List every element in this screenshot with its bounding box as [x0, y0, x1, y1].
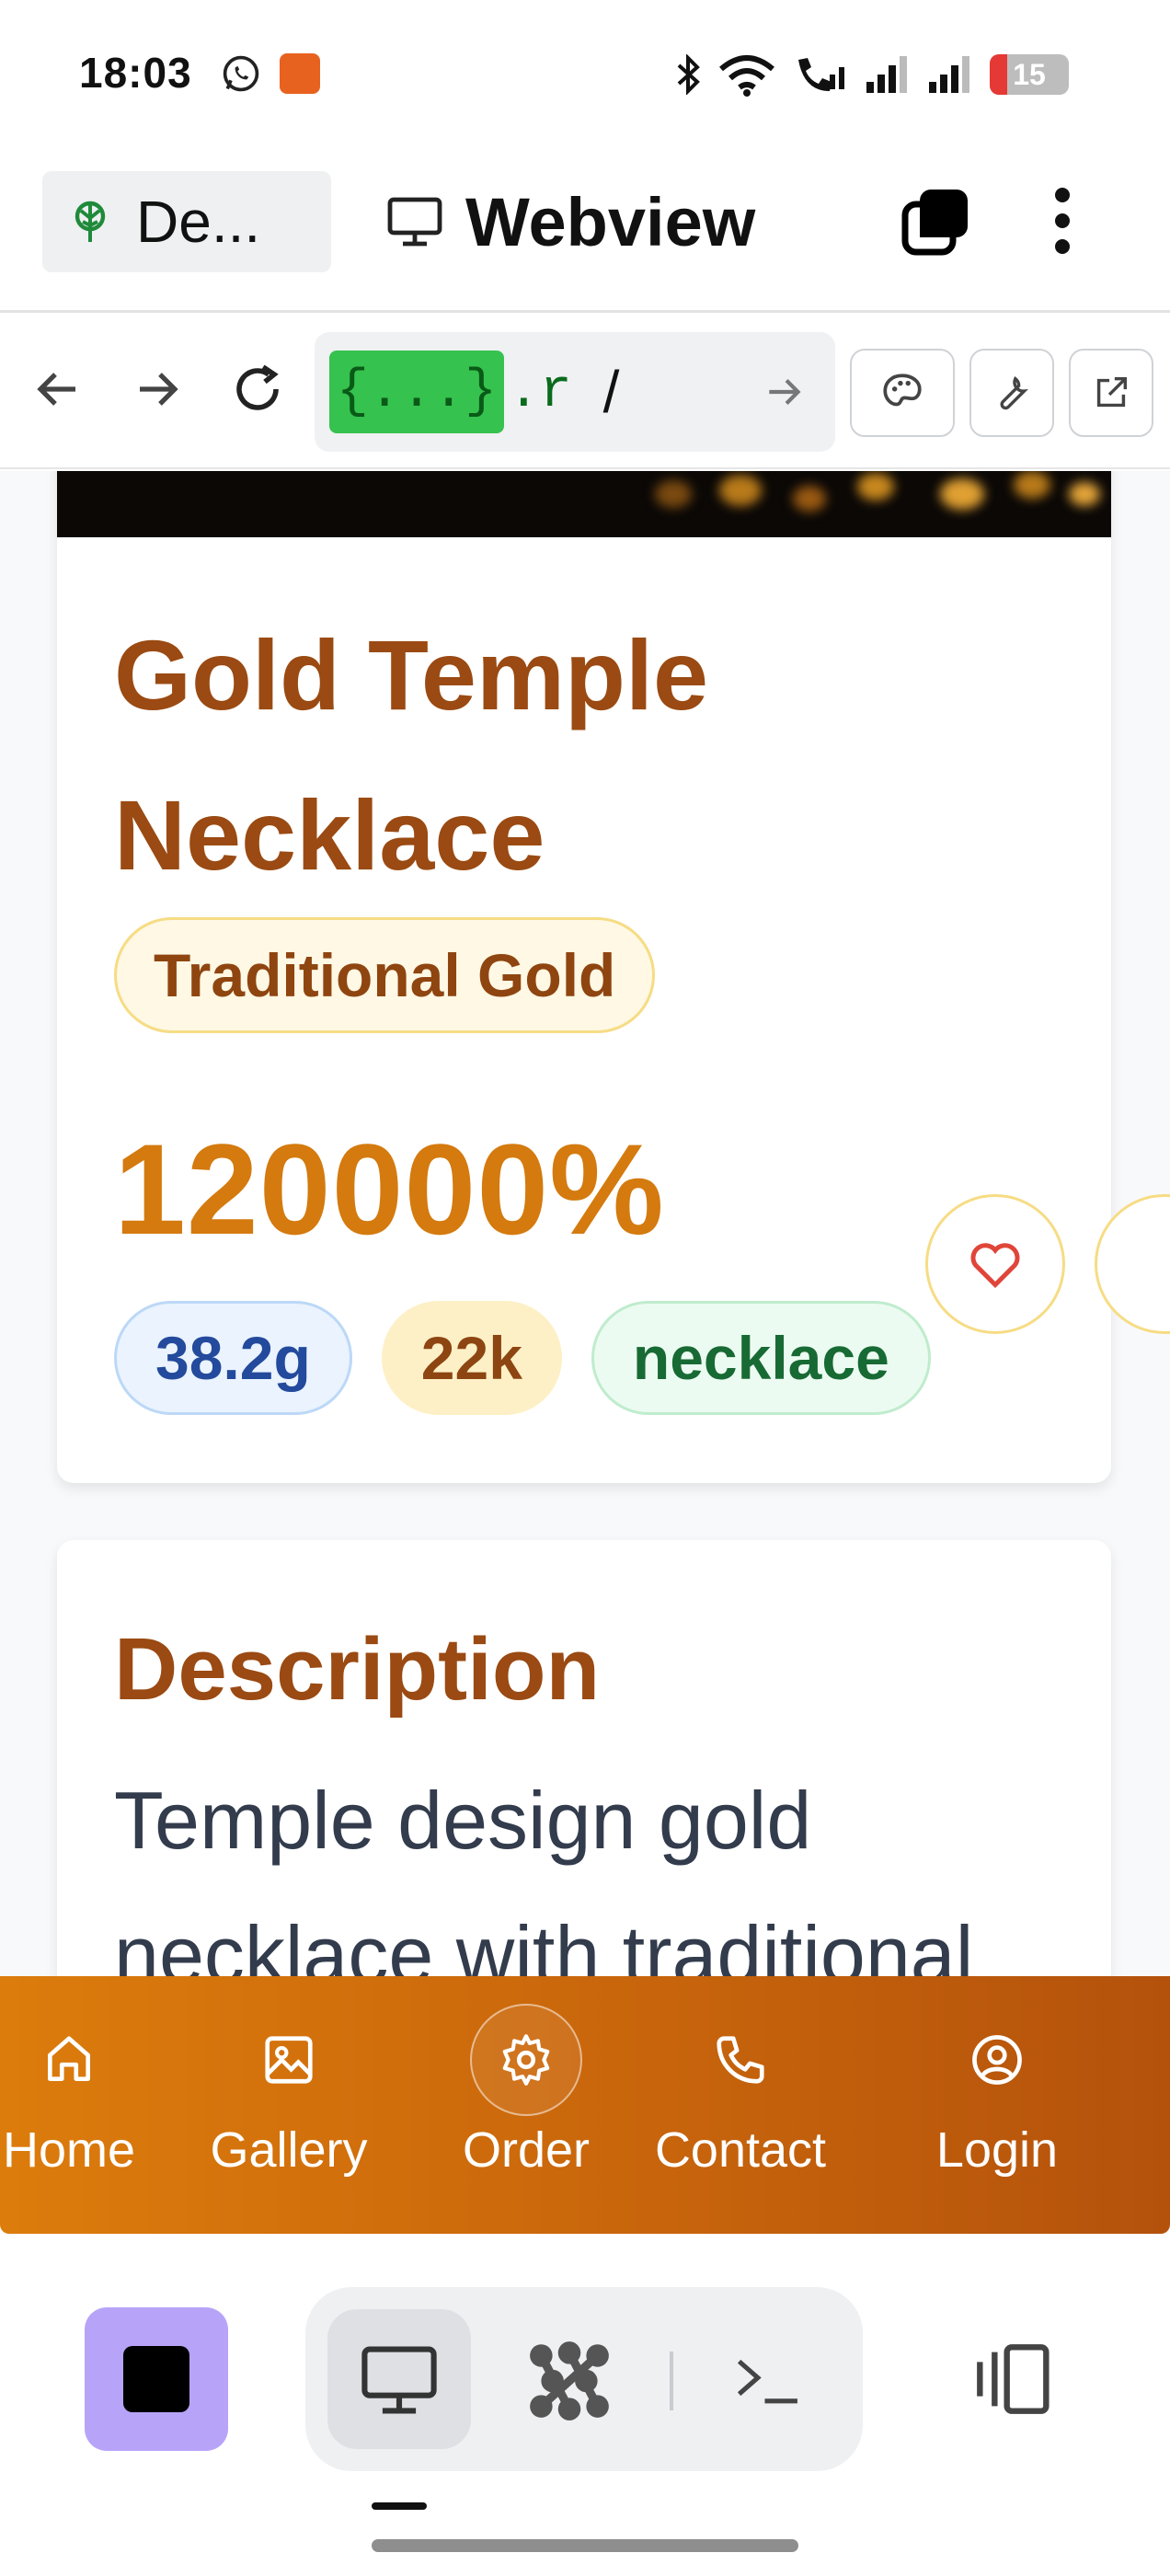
url-path: / — [602, 359, 620, 425]
page-title: Webview — [465, 183, 756, 260]
app-launcher-button[interactable] — [85, 2307, 228, 2451]
karat-chip: 22k — [381, 1301, 562, 1415]
bottom-navigation: Home Gallery Order Contact Login — [0, 1976, 1170, 2234]
flow-icon[interactable] — [524, 2339, 614, 2423]
nav-gallery[interactable]: Gallery — [197, 1976, 381, 2234]
nav-home-label: Home — [2, 2122, 136, 2178]
url-host-highlight: {...} — [329, 351, 505, 433]
dock-divider — [670, 2352, 673, 2410]
monitor-icon — [387, 197, 442, 247]
battery-level: 15 — [1013, 57, 1046, 91]
external-link-icon — [1096, 376, 1128, 408]
signal-icon — [866, 56, 907, 93]
wifi-icon — [719, 55, 774, 97]
adobe-app-icon — [280, 53, 320, 94]
description-text: Temple design gold necklace with traditi… — [114, 1775, 974, 1976]
type-chip: necklace — [591, 1301, 931, 1415]
app-header: De... Webview — [0, 129, 1170, 313]
product-title: Gold Temple Necklace — [114, 619, 709, 891]
image-icon — [255, 2026, 323, 2094]
nav-contact-label: Contact — [654, 2122, 827, 2178]
signal-icon — [929, 56, 969, 93]
weight-chip: 38.2g — [114, 1301, 352, 1415]
home-icon — [35, 2026, 103, 2094]
gesture-dash — [372, 2502, 427, 2510]
status-bar: 18:03 15 — [0, 0, 1170, 129]
product-price: 120000% — [114, 1117, 665, 1261]
battery-icon: 15 — [990, 54, 1069, 95]
webview-title: Webview — [386, 180, 755, 263]
heart-icon — [970, 1243, 1020, 1289]
favorite-button[interactable] — [925, 1194, 1065, 1334]
back-arrow-icon[interactable] — [28, 360, 86, 419]
phone-icon — [706, 2026, 774, 2094]
nav-contact[interactable]: Contact — [635, 1976, 846, 2234]
system-dock — [0, 2234, 1170, 2576]
product-tags: 38.2g 22k necklace — [114, 1301, 931, 1415]
reload-icon[interactable] — [228, 360, 287, 419]
square-icon — [123, 2346, 189, 2412]
wrench-icon — [1000, 375, 1028, 410]
bluetooth-icon — [677, 54, 700, 95]
status-icons: 15 — [675, 52, 1069, 98]
monitor-icon[interactable] — [357, 2344, 442, 2416]
nav-order-label: Order — [462, 2122, 591, 2178]
view-mode-group — [305, 2287, 863, 2471]
user-circle-icon — [963, 2026, 1031, 2094]
palette-icon — [883, 374, 922, 407]
category-badge: Traditional Gold — [114, 917, 656, 1033]
home-indicator[interactable] — [372, 2539, 798, 2552]
more-vertical-icon[interactable] — [1039, 184, 1085, 258]
description-heading: Description — [114, 1620, 601, 1719]
url-host-suffix: .r — [508, 362, 572, 422]
status-time: 18:03 — [79, 49, 192, 97]
go-arrow-icon[interactable] — [762, 369, 808, 415]
tab-devtools[interactable]: De... — [42, 171, 331, 272]
url-bar[interactable]: {...} .r / — [315, 332, 835, 452]
tree-icon — [75, 201, 106, 242]
whatsapp-icon — [223, 55, 259, 92]
description-card: Description Temple design gold necklace … — [57, 1540, 1111, 1976]
nav-login-label: Login — [935, 2122, 1059, 2178]
nav-login[interactable]: Login — [905, 1976, 1089, 2234]
terminal-icon[interactable] — [732, 2352, 802, 2409]
nav-home[interactable]: Home — [0, 1976, 138, 2234]
nav-gallery-label: Gallery — [210, 2122, 368, 2178]
theme-button[interactable] — [850, 349, 955, 437]
product-details: Gold Temple Necklace Traditional Gold 12… — [57, 471, 1111, 1483]
tools-button[interactable] — [969, 349, 1054, 437]
browser-toolbar: {...} .r / — [0, 316, 1170, 469]
tab-label: De... — [136, 189, 261, 255]
nav-order[interactable]: Order — [434, 1976, 618, 2234]
open-external-button[interactable] — [1069, 349, 1153, 437]
wifi-calling-icon — [798, 58, 844, 91]
windows-switch-icon[interactable] — [900, 184, 973, 258]
webview-content: Gold Temple Necklace Traditional Gold 12… — [0, 471, 1170, 1976]
split-view-icon[interactable] — [969, 2342, 1054, 2416]
gear-icon — [492, 2026, 560, 2094]
forward-arrow-icon[interactable] — [129, 360, 188, 419]
